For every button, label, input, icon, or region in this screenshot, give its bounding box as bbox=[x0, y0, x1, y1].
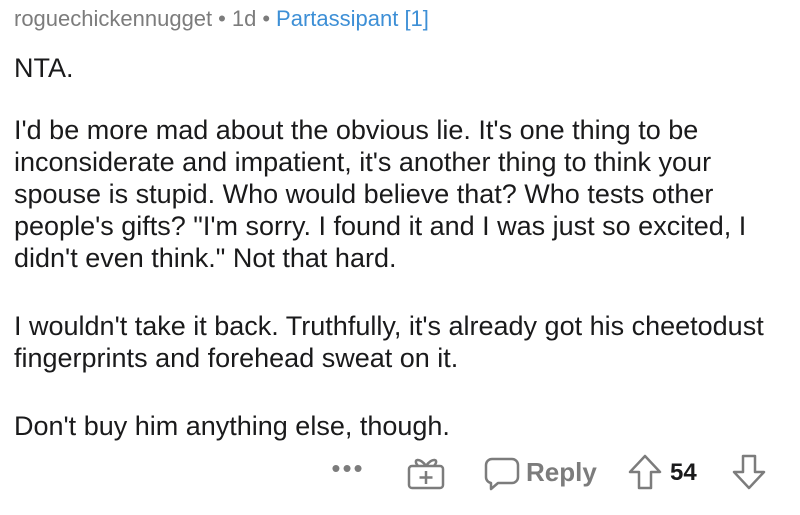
comment-paragraph: I wouldn't take it back. Truthfully, it'… bbox=[14, 311, 764, 373]
reply-icon bbox=[484, 457, 520, 491]
comment-paragraph: I'd be more mad about the obvious lie. I… bbox=[14, 115, 747, 273]
comment-paragraph: Don't buy him anything else, though. bbox=[14, 411, 450, 441]
separator-dot: • bbox=[218, 6, 226, 31]
more-icon: ••• bbox=[331, 453, 365, 483]
upvote-button[interactable] bbox=[627, 453, 663, 491]
user-flair: Partassipant [1] bbox=[276, 6, 429, 31]
vote-score: 54 bbox=[670, 459, 697, 486]
upvote-icon bbox=[628, 454, 662, 490]
comment: roguechickennugget • 1d • Partassipant [1] N… bbox=[0, 0, 800, 515]
award-icon bbox=[407, 458, 445, 490]
reply-label: Reply bbox=[526, 456, 597, 487]
comment-paragraph: NTA. bbox=[14, 53, 74, 83]
author-name[interactable]: roguechickennugget bbox=[14, 6, 212, 31]
award-button[interactable] bbox=[406, 455, 446, 491]
reply-button[interactable]: Reply bbox=[482, 451, 597, 493]
more-options-button[interactable]: ••• bbox=[323, 450, 373, 490]
downvote-icon bbox=[732, 454, 766, 490]
comment-actions: ••• Reply 54 bbox=[0, 448, 800, 498]
separator-dot: • bbox=[262, 6, 271, 31]
comment-meta: roguechickennugget • 1d • Partassipant [1] bbox=[14, 4, 429, 34]
comment-age: 1d bbox=[231, 6, 257, 31]
downvote-button[interactable] bbox=[731, 453, 767, 491]
